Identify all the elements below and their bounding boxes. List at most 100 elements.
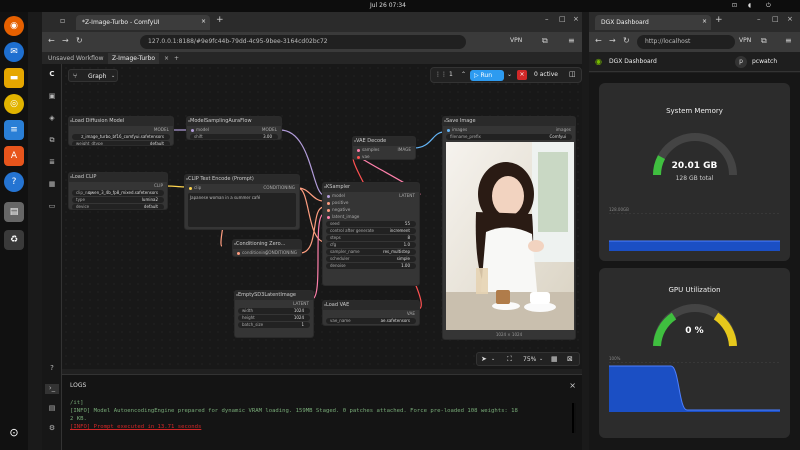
unet-name-widget[interactable]: z_image_turbo_bf16_comfyui.safetensors [72,134,170,140]
tab-list-icon[interactable]: ▫ [60,16,65,25]
settings-icon[interactable]: ⚙ [47,424,57,434]
batch-size-widget[interactable]: batch_size 1 [238,322,310,328]
vae-name-widget[interactable]: vae_name ae.safetensors [326,318,416,324]
volume-icon[interactable]: ◖ [748,2,751,9]
models-icon[interactable]: ◈ [47,114,57,124]
files-icon[interactable]: ▬ [4,68,24,88]
chevron-down-icon[interactable]: ⌄ [491,356,495,362]
node-load-clip[interactable]: Load CLIP CLIP clip_na qwen_3_4b_fp8_mixe… [68,172,168,210]
link-visibility-icon[interactable]: ⊠ [567,355,573,363]
vpn-badge[interactable]: VPN [510,37,522,44]
type-widget[interactable]: type lumina2 [72,197,164,203]
maximize-icon[interactable]: □ [772,15,779,23]
minimap-icon[interactable]: ▦ [551,355,558,363]
nodes-icon[interactable]: ⧉ [47,136,57,146]
show-apps-icon[interactable]: ⊙ [4,422,24,442]
logs-close-icon[interactable]: × [569,381,576,390]
close-icon[interactable]: × [201,18,206,25]
reload-icon[interactable]: ↻ [623,36,630,45]
avatar[interactable]: p [735,56,747,68]
writer-icon[interactable]: ≡ [4,120,24,140]
minimize-icon[interactable]: – [545,15,549,23]
app-center-icon[interactable]: A [4,146,24,166]
node-io: images images [443,126,575,133]
extensions-icon[interactable]: ⧉ [761,36,767,46]
thunderbird-icon[interactable]: ✉ [4,42,24,62]
help-icon[interactable]: ? [4,172,24,192]
templates-icon[interactable]: ▦ [47,180,57,190]
add-workflow-icon[interactable]: + [170,53,183,64]
minimize-icon[interactable]: – [757,15,761,23]
cfg-widget[interactable]: cfg 1.0 [326,242,416,248]
seed-widget[interactable]: seed 55 [326,221,416,227]
weight-dtype-widget[interactable]: weight_dtype default [72,141,170,145]
queue-icon[interactable]: ▭ [47,202,57,212]
vpn-badge[interactable]: VPN [739,37,751,44]
new-tab-icon[interactable]: + [216,15,224,25]
network-icon[interactable]: ⊡ [732,2,737,9]
filename-prefix-widget[interactable]: filename_prefix Comfyui [446,134,572,140]
clip-name-widget[interactable]: clip_na qwen_3_4b_fp8_mixed.safetensors [72,190,164,196]
node-empty-sd3-latent-image[interactable]: EmptySD3LatentImage LATENT width 1024 hei… [234,290,314,338]
control-after-generate-widget[interactable]: control after generate increment [326,228,416,234]
menu-icon[interactable]: ≡ [785,36,792,45]
assets-icon[interactable]: ▣ [47,92,57,102]
pointer-icon[interactable]: ➤ [481,355,487,363]
back-icon[interactable]: ← [595,36,602,45]
chevron-down-icon[interactable]: ⌄ [539,356,543,362]
rhythmbox-icon[interactable]: ◎ [4,94,24,114]
power-icon[interactable]: ⏻ [766,2,771,10]
window-close-icon[interactable]: × [787,15,793,23]
node-graph-canvas[interactable]: ⑂ Graph ⌄ ⋮⋮ 1 ⌃ ▷ Run ⌄ × 0 active ◫ Lo… [62,64,582,369]
url-field[interactable]: http://localhost [637,35,735,49]
window-close-icon[interactable]: × [573,15,579,23]
system-clock[interactable]: Jul 26 07:34 [370,2,406,9]
prompt-textarea[interactable]: Japanese woman in a summer café [188,193,296,227]
help-icon[interactable]: ? [47,364,57,374]
close-icon[interactable]: × [702,18,707,25]
steps-widget[interactable]: steps 8 [326,235,416,241]
node-save-image[interactable]: Save Image images images filename_prefix C… [442,116,576,340]
url-field[interactable]: 127.0.0.1:8188/#9e9fc44b-79dd-4c95-9bee-… [140,35,466,49]
extensions-icon[interactable]: ⧉ [542,36,548,46]
sampler-name-widget[interactable]: sampler_name res_multistep [326,249,416,255]
node-load-vae[interactable]: Load VAE VAE vae_name ae.safetensors [322,300,420,326]
tab-comfyui[interactable]: *Z-Image-Turbo - ComfyUI × [76,15,210,30]
workflow-tab-unsaved[interactable]: Unsaved Workflow [44,53,108,64]
denoise-widget[interactable]: denoise 1.00 [326,263,416,269]
firefox-icon[interactable]: ◉ [4,16,24,36]
node-vae-decode[interactable]: VAE Decode samples IMAGE vae [352,136,416,160]
scheduler-widget[interactable]: scheduler simple [326,256,416,262]
forward-icon[interactable]: → [62,36,69,45]
forward-icon[interactable]: → [609,36,616,45]
comfy-logo-icon[interactable]: C [47,70,57,80]
drive-icon[interactable]: ▤ [4,202,24,222]
reload-icon[interactable]: ↻ [76,36,83,45]
maximize-icon[interactable]: □ [559,15,566,23]
fit-view-icon[interactable]: ⛶ [507,355,512,364]
workflow-tab-z-image[interactable]: Z-Image-Turbo [108,53,160,64]
workflows-icon[interactable]: ≣ [47,158,57,168]
terminal-icon[interactable]: ›_ [45,384,59,394]
node-ksampler[interactable]: KSampler model LATENT positive negative l… [322,182,420,286]
bottom-panel-icon[interactable]: ▤ [47,404,57,414]
width-widget[interactable]: width 1024 [238,308,310,314]
node-model-sampling-auraflow[interactable]: ModelSamplingAuraFlow model MODEL shift 3.… [186,116,282,140]
user-name[interactable]: pcwatch [752,58,777,65]
logs-scrollbar[interactable] [572,403,576,433]
menu-icon[interactable]: ≡ [568,36,575,45]
node-load-diffusion-model[interactable]: Load Diffusion Model MODEL z_image_turbo… [68,116,174,146]
zoom-level[interactable]: 75% [523,356,536,363]
log-line-highlighted: [INFO] Prompt executed in 13.71 seconds [70,424,202,430]
trash-icon[interactable]: ♻ [4,230,24,250]
tab-dgx-dashboard[interactable]: DGX Dashboard × [595,15,711,30]
back-icon[interactable]: ← [48,36,55,45]
shift-widget[interactable]: shift 3.00 [190,134,278,139]
node-conditioning-zero-out[interactable]: Conditioning Zero... conditioning CONDITI… [232,239,302,257]
node-clip-text-encode[interactable]: CLIP Text Encode (Prompt) clip CONDITIONI… [184,174,300,230]
height-widget[interactable]: height 1024 [238,315,310,321]
device-widget[interactable]: device default [72,204,164,209]
new-tab-icon[interactable]: + [715,15,723,25]
node-title: Load VAE [323,301,419,310]
generated-image[interactable] [446,142,574,330]
